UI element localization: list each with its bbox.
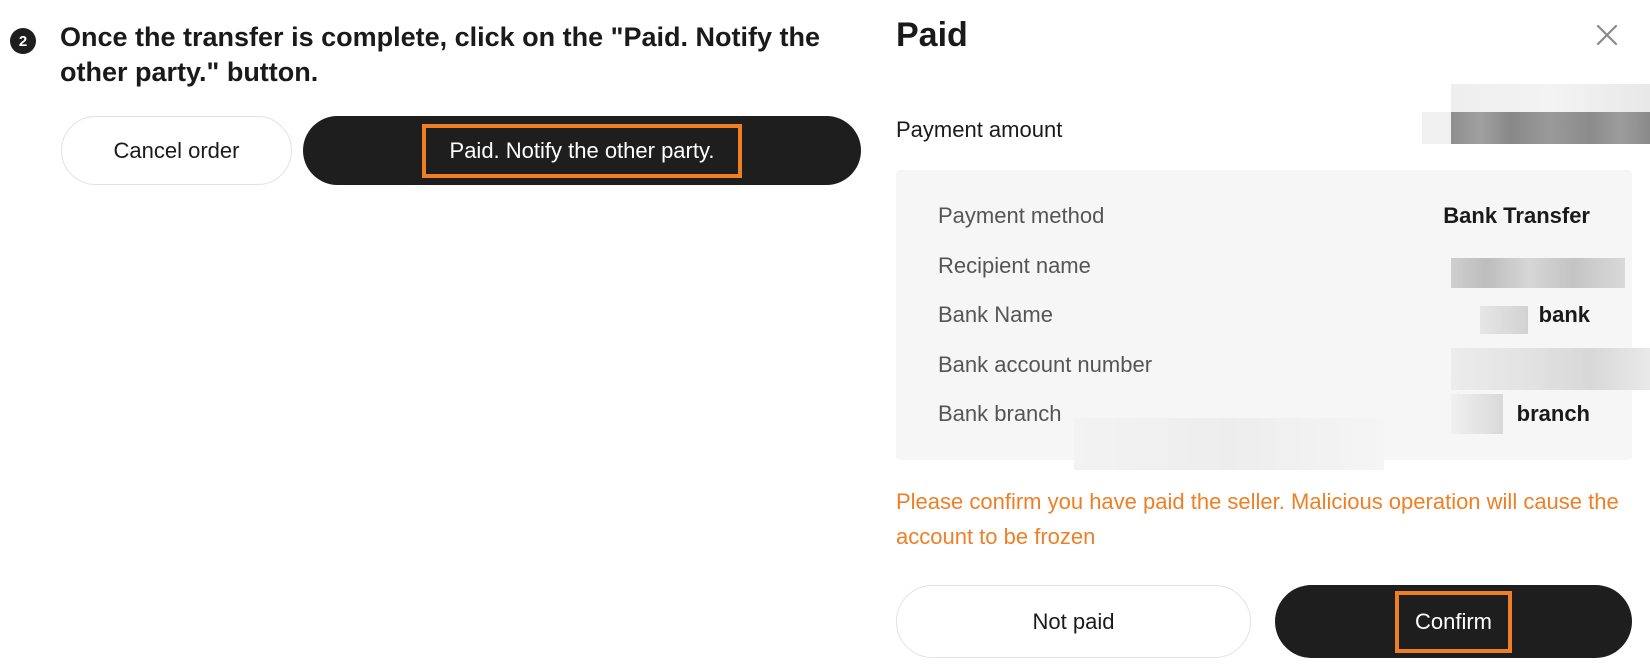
confirm-button[interactable]: Confirm: [1275, 585, 1632, 658]
redacted-bank-branch: [1451, 394, 1503, 434]
redacted-bank-account: [1451, 348, 1650, 390]
step-instruction: Once the transfer is complete, click on …: [60, 22, 820, 87]
redacted-bank-name: [1480, 306, 1528, 334]
redacted-amount-value: [1451, 112, 1650, 144]
detail-label-recipient-name: Recipient name: [938, 253, 1091, 278]
modal-title: Paid: [896, 16, 968, 54]
redacted-amount-blur: [1451, 84, 1650, 112]
cancel-order-button[interactable]: Cancel order: [61, 116, 292, 185]
confirm-label: Confirm: [1394, 590, 1512, 653]
not-paid-button[interactable]: Not paid: [896, 585, 1251, 658]
paid-notify-label: Paid. Notify the other party.: [421, 123, 743, 178]
redacted-blur: [1074, 418, 1384, 470]
warning-message: Please confirm you have paid the seller.…: [896, 489, 1619, 549]
tutorial-screenshot: 2 Once the transfer is complete, click o…: [0, 0, 1650, 672]
detail-label-bank-branch: Bank branch: [938, 401, 1062, 426]
close-icon[interactable]: [1594, 22, 1620, 48]
step-number-badge: 2: [10, 28, 36, 54]
detail-label-bank-name: Bank Name: [938, 302, 1053, 327]
detail-value-payment-method: Bank Transfer: [1443, 203, 1590, 228]
detail-value-bank-branch: branch: [1516, 401, 1590, 426]
redacted-recipient-name: [1451, 258, 1625, 288]
detail-value-bank-name: bank: [1538, 302, 1590, 327]
redacted-amount-blur: [1422, 112, 1451, 144]
paid-notify-button[interactable]: Paid. Notify the other party.: [303, 116, 861, 185]
detail-label-payment-method: Payment method: [938, 203, 1105, 228]
detail-label-bank-account: Bank account number: [938, 352, 1153, 377]
payment-amount-label: Payment amount: [896, 117, 1063, 142]
